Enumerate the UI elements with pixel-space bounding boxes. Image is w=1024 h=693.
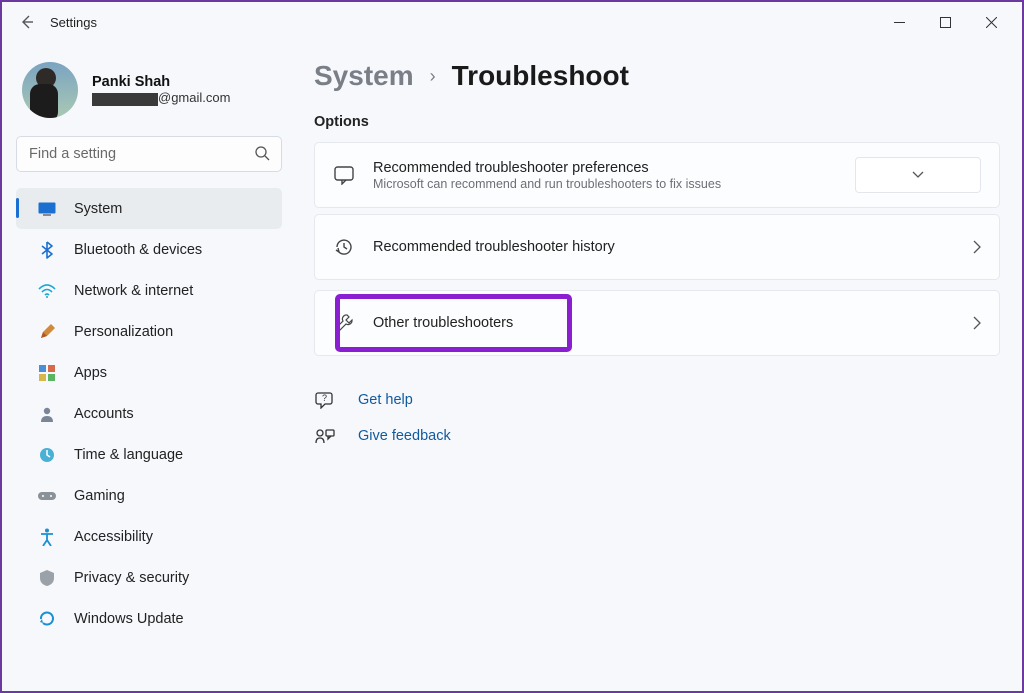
chevron-down-icon <box>912 171 924 179</box>
update-icon <box>38 610 56 628</box>
nav-item-accounts[interactable]: Accounts <box>16 393 282 434</box>
nav-item-apps[interactable]: Apps <box>16 352 282 393</box>
nav-item-gaming[interactable]: Gaming <box>16 475 282 516</box>
sidebar: Panki Shah @gmail.com System Bluetooth &… <box>2 42 302 691</box>
give-feedback-link[interactable]: Give feedback <box>314 418 1000 454</box>
nav-label: Gaming <box>74 488 125 504</box>
nav-item-privacy[interactable]: Privacy & security <box>16 557 282 598</box>
row-other-troubleshooters[interactable]: Other troubleshooters <box>315 291 999 355</box>
apps-icon <box>38 364 56 382</box>
chevron-right-icon <box>973 316 981 330</box>
search-box <box>16 136 282 172</box>
redacted-text <box>92 93 158 106</box>
chevron-right-icon <box>973 240 981 254</box>
time-icon <box>38 446 56 464</box>
main-content: System › Troubleshoot Options Recommende… <box>302 42 1022 691</box>
back-arrow-icon <box>19 14 35 30</box>
accessibility-icon <box>38 528 56 546</box>
search-icon <box>254 145 270 161</box>
maximize-icon <box>940 17 951 28</box>
maximize-button[interactable] <box>922 7 968 37</box>
card-recommended-preferences: Recommended troubleshooter preferences M… <box>314 142 1000 208</box>
nav: System Bluetooth & devices Network & int… <box>6 188 292 639</box>
chat-icon <box>333 164 355 186</box>
link-text: Get help <box>358 392 413 408</box>
close-button[interactable] <box>968 7 1014 37</box>
get-help-link[interactable]: ? Get help <box>314 382 1000 418</box>
row-title: Recommended troubleshooter history <box>373 239 955 255</box>
nav-item-personalization[interactable]: Personalization <box>16 311 282 352</box>
nav-label: Network & internet <box>74 283 193 299</box>
search-input[interactable] <box>16 136 282 172</box>
card-recommended-history: Recommended troubleshooter history <box>314 214 1000 280</box>
nav-label: Time & language <box>74 447 183 463</box>
app-title: Settings <box>50 15 97 30</box>
nav-item-time-language[interactable]: Time & language <box>16 434 282 475</box>
chevron-right-icon: › <box>430 66 436 87</box>
back-button[interactable] <box>10 5 44 39</box>
nav-label: Accessibility <box>74 529 153 545</box>
svg-text:?: ? <box>322 393 327 403</box>
nav-item-windows-update[interactable]: Windows Update <box>16 598 282 639</box>
network-icon <box>38 282 56 300</box>
avatar <box>22 62 78 118</box>
wrench-icon <box>333 312 355 334</box>
breadcrumb: System › Troubleshoot <box>314 60 1000 92</box>
system-icon <box>38 200 56 218</box>
titlebar: Settings <box>2 2 1022 42</box>
nav-label: Apps <box>74 365 107 381</box>
user-name: Panki Shah <box>92 74 230 90</box>
nav-label: Windows Update <box>74 611 184 627</box>
history-icon <box>333 236 355 258</box>
user-email: @gmail.com <box>92 90 230 105</box>
breadcrumb-current: Troubleshoot <box>452 60 629 92</box>
options-heading: Options <box>314 114 1000 130</box>
close-icon <box>986 17 997 28</box>
accounts-icon <box>38 405 56 423</box>
card-other-troubleshooters: Other troubleshooters <box>314 290 1000 356</box>
row-subtitle: Microsoft can recommend and run troubles… <box>373 177 837 191</box>
minimize-button[interactable] <box>876 7 922 37</box>
nav-label: Personalization <box>74 324 173 340</box>
privacy-icon <box>38 569 56 587</box>
nav-item-bluetooth[interactable]: Bluetooth & devices <box>16 229 282 270</box>
nav-item-system[interactable]: System <box>16 188 282 229</box>
feedback-icon <box>314 428 336 444</box>
nav-item-network[interactable]: Network & internet <box>16 270 282 311</box>
link-text: Give feedback <box>358 428 451 444</box>
nav-label: System <box>74 201 122 217</box>
row-recommended-history[interactable]: Recommended troubleshooter history <box>315 215 999 279</box>
bluetooth-icon <box>38 241 56 259</box>
gaming-icon <box>38 487 56 505</box>
nav-label: Bluetooth & devices <box>74 242 202 258</box>
row-title: Recommended troubleshooter preferences <box>373 160 837 176</box>
help-links: ? Get help Give feedback <box>314 382 1000 454</box>
nav-label: Accounts <box>74 406 134 422</box>
minimize-icon <box>894 17 905 28</box>
help-icon: ? <box>314 391 336 409</box>
user-profile[interactable]: Panki Shah @gmail.com <box>6 52 292 136</box>
personalization-icon <box>38 323 56 341</box>
nav-label: Privacy & security <box>74 570 189 586</box>
breadcrumb-parent[interactable]: System <box>314 60 414 92</box>
nav-item-accessibility[interactable]: Accessibility <box>16 516 282 557</box>
preferences-dropdown[interactable] <box>855 157 981 193</box>
row-title: Other troubleshooters <box>373 315 955 331</box>
row-recommended-preferences[interactable]: Recommended troubleshooter preferences M… <box>315 143 999 207</box>
